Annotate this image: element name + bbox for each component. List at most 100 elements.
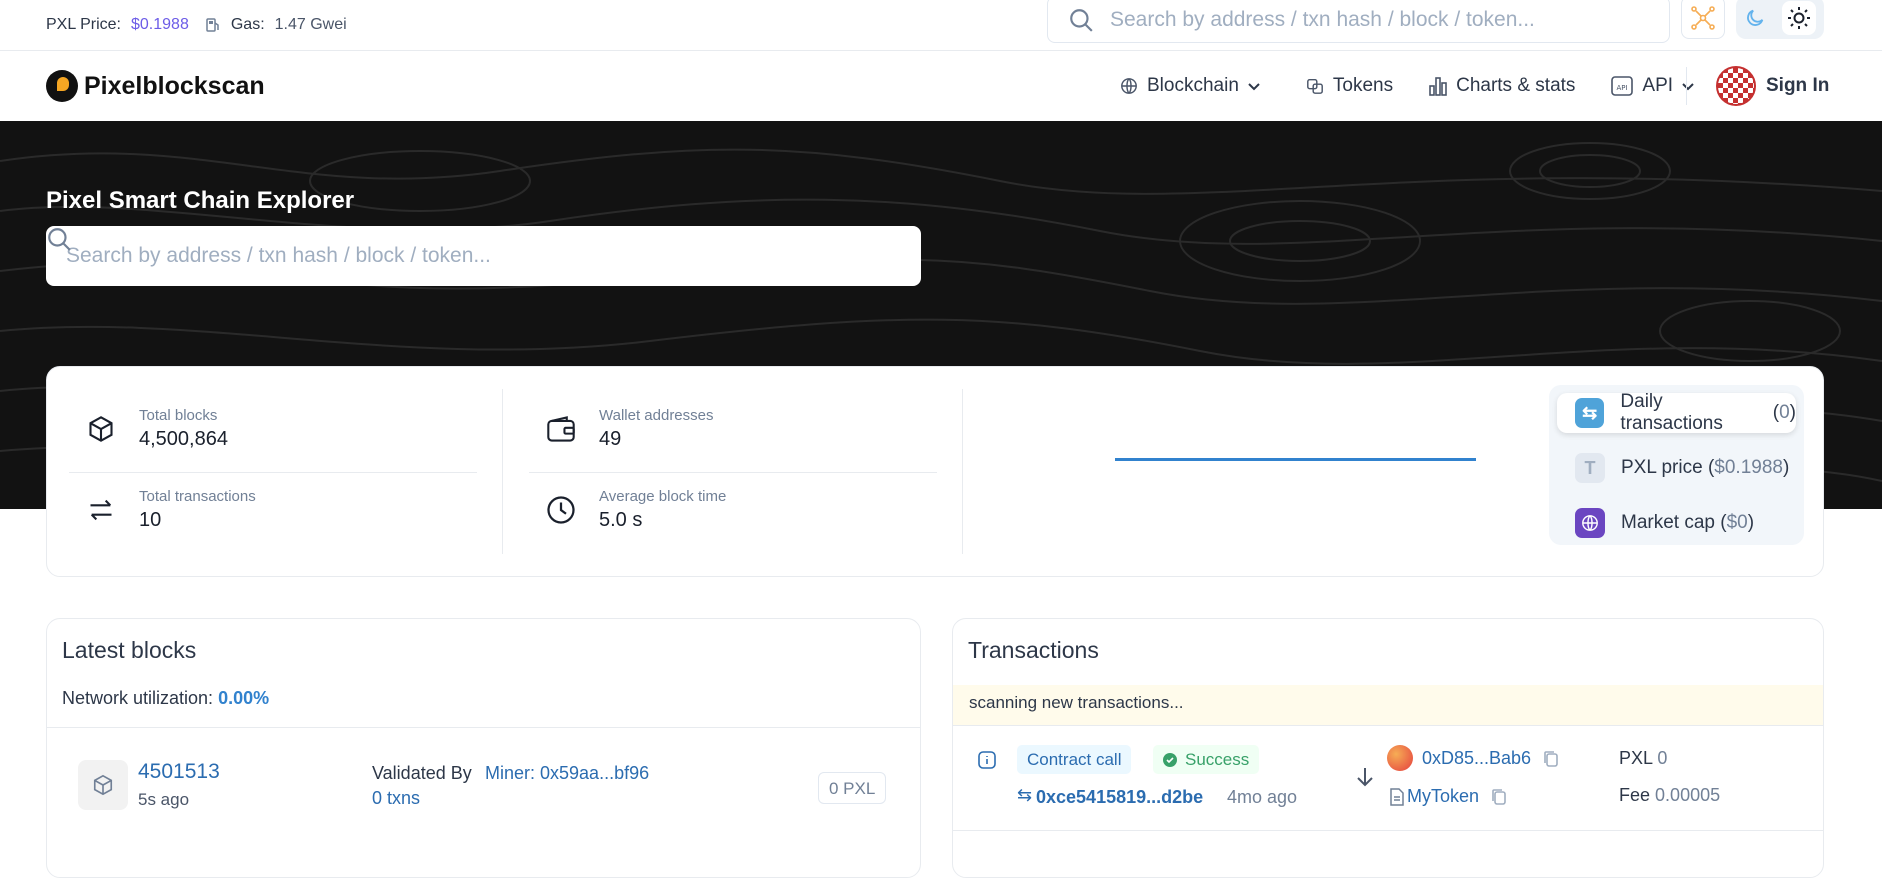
tx-status-badge: Success <box>1153 745 1260 774</box>
theme-toggle[interactable] <box>1736 0 1824 39</box>
globe-icon <box>1575 508 1605 538</box>
nav-item-label: Charts & stats <box>1456 75 1576 96</box>
nav-item-label: API <box>1642 75 1674 96</box>
sun-icon <box>1788 6 1810 29</box>
network-icon <box>1691 5 1715 30</box>
network-button[interactable] <box>1681 0 1725 39</box>
wallet-icon <box>547 416 575 442</box>
panel-title: Transactions <box>968 637 1099 663</box>
divider <box>962 389 963 554</box>
header-search-input[interactable]: Search by address / txn hash / block / t… <box>1047 0 1670 43</box>
block-txns-link[interactable]: 0 txns <box>372 788 420 809</box>
stat-label: Wallet addresses <box>599 407 714 424</box>
coins-icon <box>1306 78 1323 94</box>
panel-title: Latest blocks <box>62 637 197 663</box>
chart-tab-pxl-price[interactable]: T PXL price ($0.1988) <box>1557 448 1796 488</box>
gas-pump-icon <box>206 18 219 32</box>
divider <box>502 389 503 554</box>
avatar <box>1716 66 1756 106</box>
tx-status-label: Success <box>1185 749 1250 769</box>
transfer-arrows-icon: ⇆ <box>1017 785 1033 805</box>
chart-tab-daily-transactions[interactable]: ⇆ Daily transactions (0) <box>1557 391 1796 434</box>
token-icon: T <box>1575 453 1605 483</box>
nav-divider <box>1686 67 1687 105</box>
main-nav: Pixelblockscan Blockchain Tokens Charts … <box>0 51 1882 121</box>
hero-search-input[interactable]: Search by address / txn hash / block / t… <box>46 226 921 286</box>
nav-item-api[interactable]: API API <box>1611 75 1704 97</box>
address-avatar <box>1387 745 1413 771</box>
chart-tab-value: $0.1988 <box>1714 457 1783 478</box>
nav-menu: Blockchain Tokens Charts & stats API API <box>1120 51 1740 121</box>
bar-chart-icon <box>1429 77 1447 96</box>
tx-hash-link[interactable]: 0xce5415819...d2be <box>1036 787 1203 808</box>
block-icon <box>78 760 128 810</box>
top-bar: PXL Price: $0.1988 Gas: 1.47 Gwei Search… <box>0 0 1882 51</box>
stat-total-blocks: Total blocks 4,500,864 <box>81 407 228 451</box>
clock-icon <box>547 496 575 524</box>
hero-title: Pixel Smart Chain Explorer <box>46 187 355 214</box>
stat-label: Average block time <box>599 488 727 505</box>
tx-age: 4mo ago <box>1227 787 1298 807</box>
gas-value: 1.47 Gwei <box>274 16 347 33</box>
stat-value: 4,500,864 <box>139 428 228 450</box>
transfer-arrows-icon: ⇆ <box>1575 398 1605 428</box>
search-icon <box>1070 8 1093 32</box>
tx-value: PXL 0 <box>1619 748 1667 769</box>
chart-tab-market-cap[interactable]: Market cap ($0) <box>1557 503 1796 543</box>
cube-icon <box>89 416 113 442</box>
divider <box>529 472 937 473</box>
stat-wallet-addresses: Wallet addresses 49 <box>541 407 714 451</box>
block-number-link[interactable]: 4501513 <box>138 760 220 784</box>
tx-value-amount: 0 <box>1657 748 1668 768</box>
brand-name: Pixelblockscan <box>84 71 265 100</box>
stat-label: Total blocks <box>139 407 218 424</box>
logo-icon <box>46 70 78 102</box>
nav-item-blockchain[interactable]: Blockchain <box>1120 75 1270 97</box>
header-search-placeholder: Search by address / txn hash / block / t… <box>1110 7 1535 31</box>
transaction-row: Contract call Success ⇆ 0xce5415819...d2… <box>953 725 1823 831</box>
nav-item-charts[interactable]: Charts & stats <box>1429 75 1575 97</box>
stats-card: Total blocks 4,500,864 Total transactions… <box>46 366 1824 577</box>
utilization-label: Network utilization: <box>62 688 214 708</box>
from-address-link[interactable]: 0xD85...Bab6 <box>1422 748 1531 769</box>
tx-value-label: PXL <box>1619 748 1653 768</box>
chart-switcher: ⇆ Daily transactions (0) T PXL price ($0… <box>1549 385 1804 545</box>
tx-fee-amount: 0.00005 <box>1655 785 1721 805</box>
tx-type-badge: Contract call <box>1017 745 1132 774</box>
stat-label: Total transactions <box>139 488 256 505</box>
chart-tab-label: Daily transactions <box>1620 391 1723 434</box>
check-circle-icon <box>1163 752 1177 767</box>
chart-tab-label: Market cap <box>1621 512 1715 533</box>
scanning-notice: scanning new transactions... <box>953 685 1823 725</box>
transfer-arrows-icon <box>90 499 112 521</box>
sign-in-button[interactable]: Sign In <box>1716 66 1829 106</box>
sun-button[interactable] <box>1782 0 1816 35</box>
price-label: PXL Price: <box>46 16 121 33</box>
api-icon: API <box>1611 76 1634 96</box>
copy-icon[interactable] <box>1491 788 1507 806</box>
hero-search-placeholder: Search by address / txn hash / block / t… <box>66 244 491 267</box>
info-icon[interactable] <box>977 750 997 770</box>
brand-logo[interactable]: Pixelblockscan <box>46 70 265 102</box>
moon-icon[interactable] <box>1744 7 1766 29</box>
daily-transactions-chart-line <box>1115 458 1476 461</box>
copy-icon[interactable] <box>1543 750 1559 768</box>
document-icon <box>1390 788 1404 806</box>
nav-item-tokens[interactable]: Tokens <box>1306 75 1393 97</box>
gas-label: Gas: <box>230 16 265 33</box>
tx-fee-label: Fee <box>1619 785 1651 805</box>
stat-value: 49 <box>599 428 622 450</box>
to-token-link[interactable]: MyToken <box>1407 786 1479 807</box>
transactions-panel: Transactions scanning new transactions..… <box>952 618 1824 878</box>
sign-in-label: Sign In <box>1766 75 1830 96</box>
chart-tab-value: 0 <box>1779 402 1790 423</box>
utilization-value: 0.00% <box>218 688 270 708</box>
block-age: 5s ago <box>138 790 190 809</box>
network-utilization: Network utilization: 0.00% <box>62 688 269 709</box>
chart-tab-label: PXL price <box>1621 457 1703 478</box>
validated-by-label: Validated By <box>372 763 472 783</box>
stat-value: 5.0 s <box>599 509 643 531</box>
chevron-down-icon <box>1682 83 1694 91</box>
miner-link[interactable]: Miner: 0x59aa...bf96 <box>485 763 649 784</box>
block-reward-badge: 0 PXL <box>818 772 887 804</box>
